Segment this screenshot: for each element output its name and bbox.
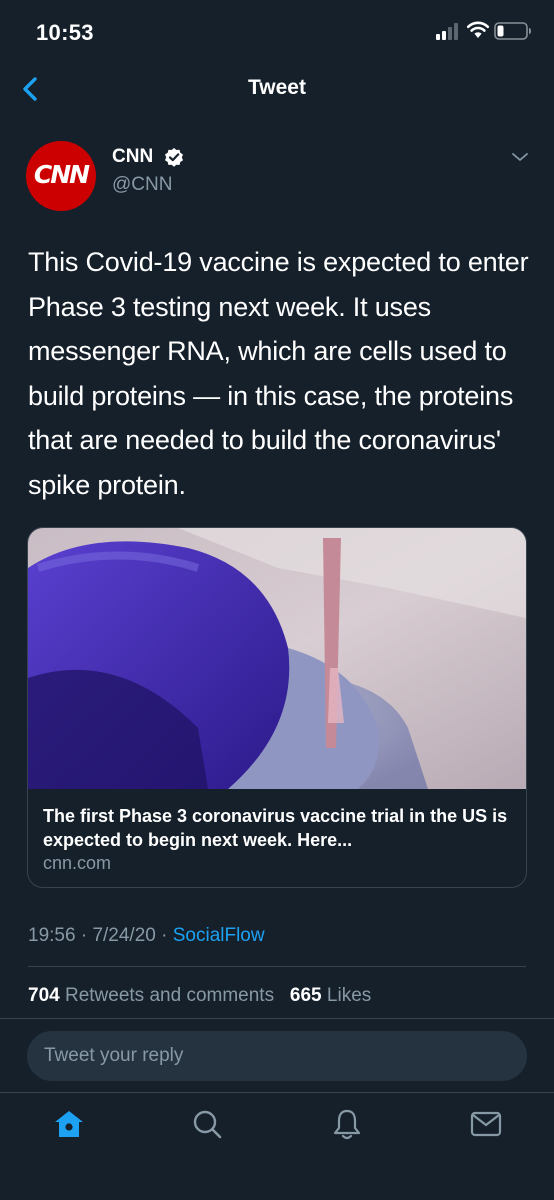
messages-icon[interactable] <box>469 1107 503 1141</box>
chevron-down-icon[interactable] <box>510 150 530 164</box>
status-time: 10:53 <box>36 20 94 45</box>
tweet-stats: 704 Retweets and comments 665 Likes <box>28 985 371 1007</box>
likes-link[interactable]: 665 Likes <box>290 985 371 1006</box>
source-link[interactable]: SocialFlow <box>173 925 265 946</box>
retweets-link[interactable]: 704 Retweets and comments <box>28 985 274 1006</box>
retweets-label: Retweets and comments <box>64 985 275 1006</box>
wifi-icon <box>466 21 490 38</box>
tweet-text: This Covid-19 vaccine is expected to ent… <box>28 247 529 500</box>
author-name[interactable]: CNN <box>112 146 153 168</box>
status-bar: 10:53 <box>0 0 554 60</box>
divider <box>28 966 526 967</box>
tweet-meta: 19:56 · 7/24/20 · SocialFlow <box>28 925 265 947</box>
reply-area <box>0 1018 554 1092</box>
tweet-date: 7/24/20 <box>92 925 156 946</box>
battery-icon <box>494 22 531 40</box>
reply-input[interactable] <box>27 1031 527 1081</box>
author-handle[interactable]: @CNN <box>112 174 172 196</box>
likes-label: Likes <box>326 985 372 1006</box>
page-title: Tweet <box>248 76 306 99</box>
avatar-logo-text: CNN <box>33 160 90 189</box>
tweet-time: 19:56 <box>28 925 76 946</box>
search-icon[interactable] <box>190 1107 224 1141</box>
home-icon[interactable] <box>52 1107 86 1141</box>
tab-bar <box>0 1092 554 1200</box>
card-image <box>28 528 526 789</box>
meta-separator: · <box>80 925 88 946</box>
likes-count: 665 <box>289 985 322 1006</box>
link-card[interactable]: The first Phase 3 coronavirus vaccine tr… <box>27 527 527 888</box>
nav-header: Tweet <box>0 60 554 120</box>
meta-separator: · <box>161 925 168 946</box>
avatar[interactable]: CNN <box>26 141 96 211</box>
retweets-count: 704 <box>28 985 60 1006</box>
verified-badge-icon <box>165 148 183 167</box>
card-domain: cnn.com <box>43 853 112 873</box>
notifications-icon[interactable] <box>330 1107 364 1141</box>
cellular-signal-icon <box>436 22 462 40</box>
card-title: The first Phase 3 coronavirus vaccine tr… <box>43 806 508 850</box>
